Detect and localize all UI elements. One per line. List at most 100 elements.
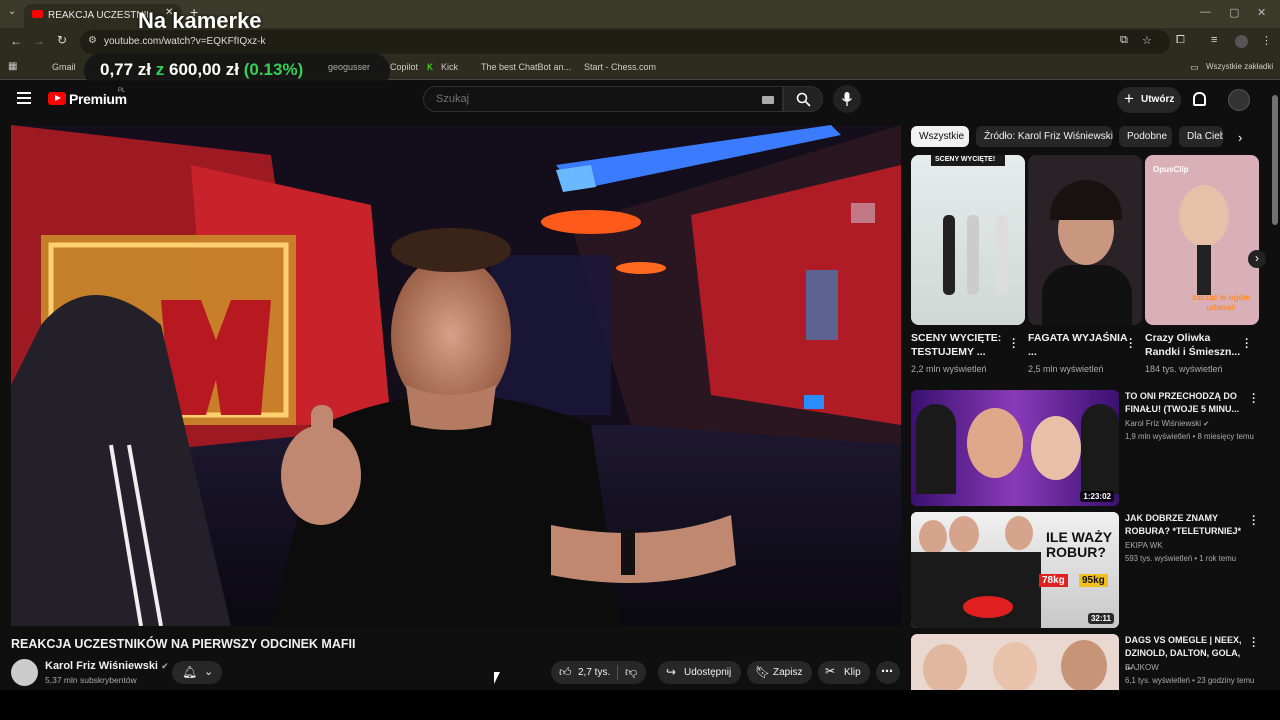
reading-list-icon[interactable]: ≡ (1211, 34, 1217, 46)
clip-button[interactable]: ✂ Klip (818, 661, 870, 684)
account-avatar[interactable] (1228, 89, 1250, 111)
voice-search-button[interactable] (833, 85, 861, 113)
tab-list-icon[interactable]: ⌄ (8, 6, 16, 17)
more-vertical-icon[interactable]: · · · (1245, 335, 1249, 354)
plus-icon: + (1124, 89, 1134, 108)
short-views-2: 2,5 mln wyświetleń (1028, 364, 1104, 374)
video-duration: 32:11 (1087, 613, 1114, 624)
save-button[interactable]: 🔖︎ Zapisz (747, 661, 812, 684)
short-thumbnail-1[interactable]: SCENY WYCIĘTE! (911, 155, 1025, 325)
notifications-bell-icon[interactable] (1193, 92, 1206, 106)
letterbox-band (0, 690, 1280, 720)
bookmark-kick[interactable]: Kick (441, 62, 458, 72)
recommended-meta-3: 6,1 tys. wyświetleń • 23 godziny temu (1125, 676, 1255, 685)
short-title-1[interactable]: SCENY WYCIĘTE: TESTUJEMY ... (911, 331, 1011, 359)
video-title: REAKCJA UCZESTNIKÓW NA PIERWSZY ODCINEK … (11, 637, 356, 651)
subscribe-bell-button[interactable]: 🔔︎ ⌄ (172, 661, 222, 684)
short-title-2[interactable]: FAGATA WYJAŚNIA ... (1028, 331, 1128, 359)
verified-icon: ✔ (1203, 421, 1210, 428)
recommended-channel-1[interactable]: Karol Friz Wiśniewski ✔ (1125, 419, 1209, 428)
search-icon (796, 92, 811, 107)
verified-icon: ✔ (161, 661, 169, 671)
bookmark-gmail[interactable]: Gmail (52, 62, 76, 72)
site-info-icon[interactable]: ⚙ (88, 35, 97, 46)
hamburger-menu-icon[interactable] (17, 92, 31, 104)
short-thumbnail-2[interactable] (1028, 155, 1142, 325)
extensions-icon[interactable]: ⧠ (1176, 34, 1185, 47)
short-badge: SCENY WYCIĘTE! (935, 156, 996, 163)
channel-name[interactable]: Karol Friz Wiśniewski ✔ (45, 660, 169, 672)
chevron-down-icon: ⌄ (204, 666, 214, 678)
like-button[interactable]: 👍︎ 2,7 tys. (551, 661, 617, 684)
create-button[interactable]: + Utwórz (1117, 87, 1181, 113)
save-label: Zapisz (773, 667, 803, 678)
back-icon[interactable]: ← (10, 34, 22, 48)
recommended-channel-2[interactable]: EKIPA WK (1125, 541, 1163, 550)
logo-region: PL (118, 88, 126, 94)
kick-icon: K (427, 62, 434, 72)
share-button[interactable]: ↪ Udostępnij (658, 661, 741, 684)
recommended-title-1[interactable]: TO ONI PRZECHODZĄ DO FINAŁU! (TWOJE 5 MI… (1125, 390, 1243, 416)
bookmark-star-icon[interactable]: ☆ (1142, 34, 1152, 47)
chip-source[interactable]: Źródło: Karol Friz Wiśniewski (976, 126, 1113, 147)
keyboard-icon[interactable] (762, 96, 774, 104)
subscriber-count: 5,37 mln subskrybentów (45, 675, 137, 685)
more-vertical-icon[interactable]: · · · (1129, 335, 1133, 354)
thumbnail-tag-a: 78kg (1039, 574, 1068, 587)
bookmark-chatbot[interactable]: The best ChatBot an... (481, 62, 571, 72)
bell-icon: 🔔︎ (182, 665, 198, 679)
short-thumbnail-3[interactable]: OpusClip zacząć w ogóle udawać (1145, 155, 1259, 325)
recommended-channel-3[interactable]: BAJKOW (1125, 663, 1159, 672)
profile-avatar[interactable] (1235, 35, 1248, 48)
shorts-next-icon[interactable]: › (1248, 250, 1266, 268)
more-vertical-icon[interactable]: · · · (1012, 335, 1016, 354)
address-bar[interactable]: ⚙ youtube.com/watch?v=EQKFfIQxz-k ⧉ ☆ (80, 30, 1170, 54)
page-scrollbar[interactable] (1272, 95, 1278, 225)
video-player[interactable] (11, 125, 901, 626)
chip-for-you[interactable]: Dla Ciebie (1179, 126, 1223, 147)
chip-all[interactable]: Wszystkie (911, 126, 969, 147)
video-frame (11, 125, 901, 626)
price-sep: z (155, 60, 165, 79)
recommended-meta-1: 1,9 mln wyświetleń • 8 miesięcy temu (1125, 432, 1254, 441)
minimize-icon[interactable]: — (1200, 6, 1211, 18)
reload-icon[interactable]: ↻ (57, 33, 67, 47)
more-vertical-icon[interactable]: · · · (1252, 634, 1256, 653)
recommended-thumbnail-1[interactable]: 1:23:02 (911, 390, 1119, 506)
channel-avatar[interactable] (11, 659, 38, 686)
youtube-logo-icon[interactable] (48, 92, 66, 105)
short-title-3[interactable]: Crazy Oliwka Randki i Śmieszn... (1145, 331, 1245, 359)
cast-icon[interactable]: ⧉ (1120, 34, 1128, 47)
more-vertical-icon[interactable]: · · · (1252, 512, 1256, 531)
apps-grid-icon[interactable]: ▦ (8, 61, 17, 72)
search-input[interactable] (436, 93, 736, 105)
dislike-button[interactable]: 👎︎ (618, 661, 646, 684)
recommended-thumbnail-2[interactable]: ILE WAŻY ROBUR? 78kg 95kg 32:11 (911, 512, 1119, 628)
search-button[interactable] (783, 86, 823, 112)
search-box[interactable] (423, 86, 783, 112)
recommended-title-2[interactable]: JAK DOBRZE ZNAMY ROBURA? *TELETURNIEJ* (1125, 512, 1243, 538)
more-actions-button[interactable]: ⋯ (876, 661, 900, 684)
chip-similar[interactable]: Podobne (1119, 126, 1172, 147)
recommended-thumbnail-3[interactable] (911, 634, 1119, 690)
scissors-icon: ✂ (825, 664, 836, 678)
bookmark-geogusser[interactable]: geogusser (328, 62, 370, 72)
video-duration: 1:23:02 (1080, 491, 1114, 502)
browser-menu-icon[interactable]: ⋮ (1261, 34, 1272, 47)
mouse-cursor (494, 672, 500, 684)
all-bookmarks[interactable]: Wszystkie zakładki (1206, 62, 1273, 71)
maximize-icon[interactable]: ▢ (1229, 6, 1239, 19)
thumbs-up-icon: 👍︎ (559, 665, 572, 679)
clip-label: Klip (844, 667, 861, 678)
forward-icon[interactable]: → (33, 34, 45, 48)
bookmark-chess[interactable]: Start - Chess.com (584, 62, 656, 72)
like-dislike-group: 👍︎ 2,7 tys. 👎︎ (551, 661, 646, 684)
close-window-icon[interactable]: ✕ (1257, 6, 1266, 19)
bookmark-copilot[interactable]: Copilot (390, 62, 418, 72)
like-count: 2,7 tys. (578, 667, 611, 678)
more-vertical-icon[interactable]: · · · (1252, 390, 1256, 409)
thumbs-down-icon: 👎︎ (625, 665, 638, 679)
price-percent: (0.13%) (243, 60, 304, 79)
chevron-right-icon[interactable]: › (1238, 130, 1242, 145)
bookmark-icon: 🔖︎ (755, 665, 771, 679)
